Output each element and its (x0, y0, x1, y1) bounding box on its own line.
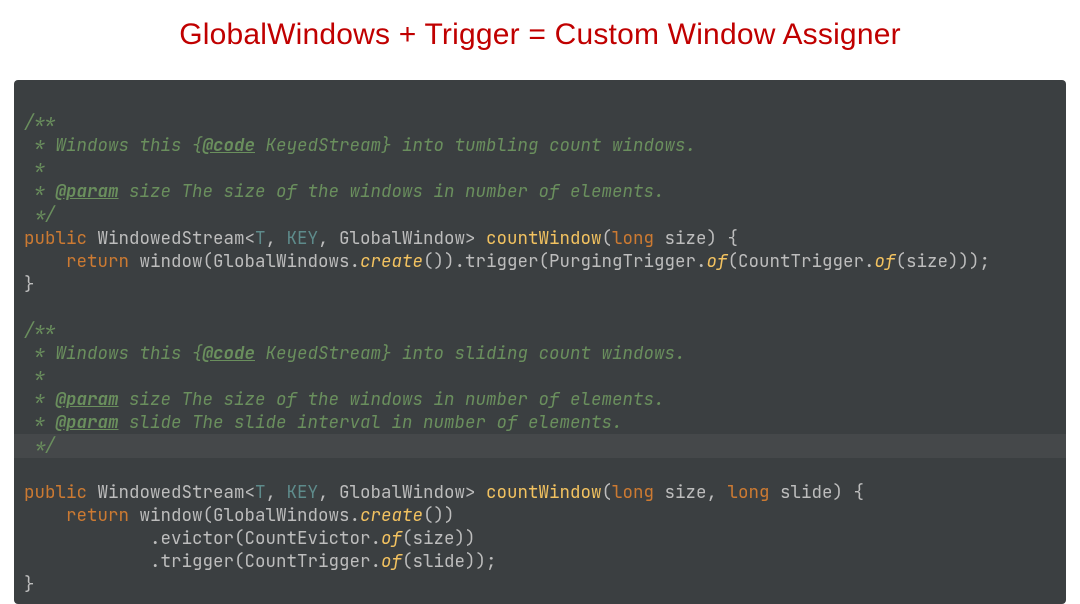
javadoc-line: * Windows this {@code KeyedStream} into … (24, 134, 696, 157)
method-signature: public WindowedStream<T, KEY, GlobalWind… (24, 481, 864, 504)
javadoc-line: */ (24, 203, 56, 226)
method-body-line: .trigger(CountTrigger.of(slide)); (24, 550, 497, 573)
javadoc-param-tag: @param (56, 180, 119, 203)
javadoc-line: * @param size The size of the windows in… (24, 388, 665, 411)
code-block: /** * Windows this {@code KeyedStream} i… (14, 80, 1066, 604)
javadoc-param-tag: @param (56, 388, 119, 411)
slide-title: GlobalWindows + Trigger = Custom Window … (0, 0, 1080, 80)
javadoc-line-highlighted: */ (14, 434, 1066, 457)
javadoc-line: /** (24, 319, 56, 342)
javadoc-line: /** (24, 111, 56, 134)
javadoc-line: * (24, 365, 45, 388)
javadoc-line: * @param slide The slide interval in num… (24, 411, 623, 434)
javadoc-line: * (24, 157, 45, 180)
javadoc-code-tag: @code (203, 342, 256, 365)
close-brace: } (24, 273, 35, 296)
close-brace: } (24, 573, 35, 596)
method-body-line: return window(GlobalWindows.create()).tr… (24, 250, 990, 273)
javadoc-code-tag: @code (203, 134, 256, 157)
method-body-line: return window(GlobalWindows.create()) (24, 504, 455, 527)
method-body-line: .evictor(CountEvictor.of(size)) (24, 527, 476, 550)
javadoc-param-tag: @param (56, 411, 119, 434)
javadoc-line: * Windows this {@code KeyedStream} into … (24, 342, 686, 365)
javadoc-line: * @param size The size of the windows in… (24, 180, 665, 203)
method-signature: public WindowedStream<T, KEY, GlobalWind… (24, 227, 738, 250)
